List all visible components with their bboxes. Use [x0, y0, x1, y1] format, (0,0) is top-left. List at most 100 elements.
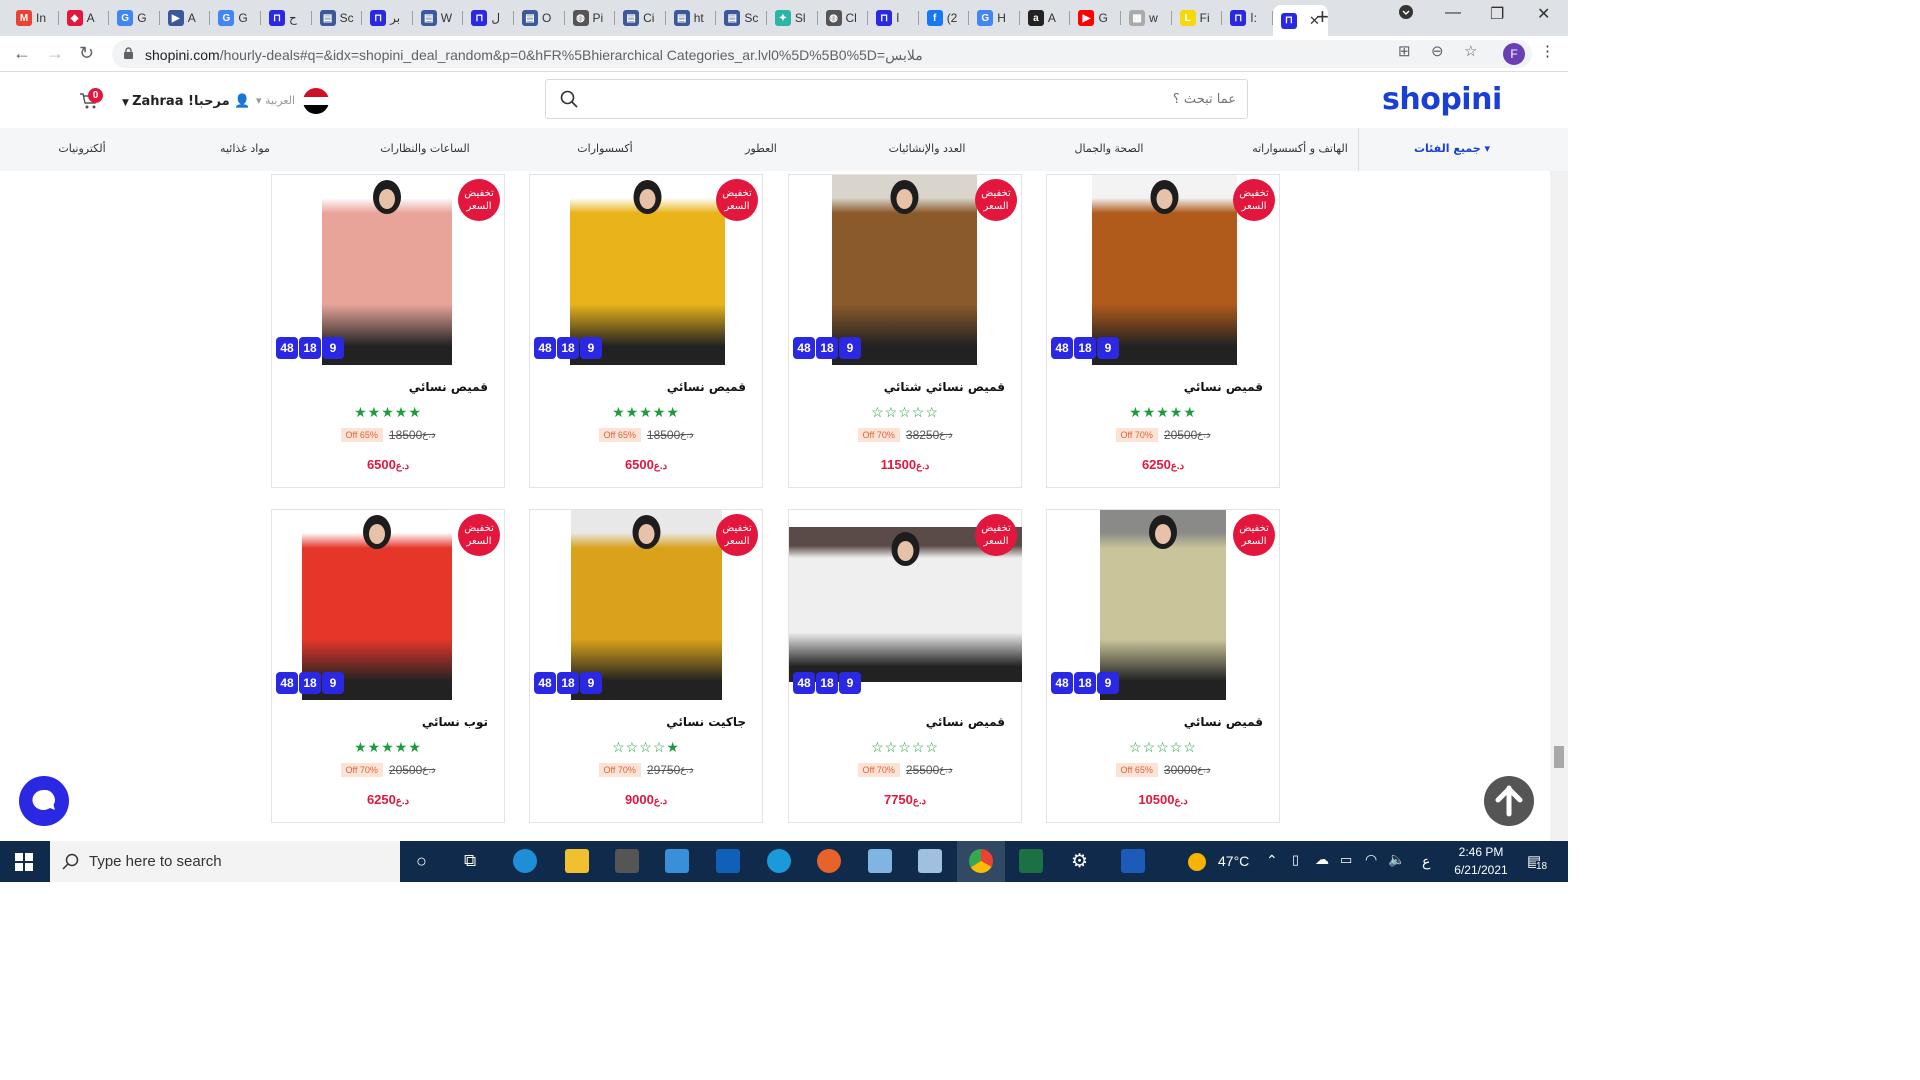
- file-explorer-icon[interactable]: [565, 849, 589, 873]
- product-name[interactable]: توب نسائي: [288, 715, 488, 729]
- product-card[interactable]: تخفيض السعر 48 18 9 قميص نسائي شتائي ☆☆☆☆☆ Off…: [788, 174, 1022, 488]
- browser-tab[interactable]: M In: [8, 5, 59, 31]
- category-link[interactable]: الساعات والنظارات: [380, 142, 469, 155]
- restore-icon[interactable]: ❐: [1490, 4, 1504, 24]
- browser-tab[interactable]: ✦ Sl: [767, 5, 818, 31]
- battery-icon[interactable]: ▭: [1340, 852, 1352, 868]
- firefox-icon[interactable]: [817, 849, 841, 873]
- browser-tab[interactable]: ◆ A: [59, 5, 110, 31]
- product-name[interactable]: قميص نسائي: [546, 380, 746, 394]
- browser-tab[interactable]: ▤ ht: [666, 5, 717, 31]
- task-view-icon[interactable]: ⧉: [464, 851, 476, 871]
- tab-search-icon[interactable]: [1398, 4, 1414, 25]
- iraq-flag-icon[interactable]: [303, 88, 329, 114]
- bookmark-star-icon[interactable]: ☆: [1464, 42, 1477, 60]
- product-name[interactable]: قميص نسائي: [1063, 380, 1263, 394]
- browser-tab[interactable]: ◍ Cl: [818, 5, 869, 31]
- category-link[interactable]: العدد والإنشائيات: [889, 142, 966, 155]
- chrome-icon[interactable]: [969, 849, 993, 873]
- browser-tab[interactable]: ▶ G: [1070, 5, 1121, 31]
- close-window-icon[interactable]: ✕: [1537, 4, 1550, 24]
- store-icon[interactable]: [615, 849, 639, 873]
- tray-chevron-icon[interactable]: ⌃: [1266, 852, 1278, 869]
- search-icon[interactable]: [560, 90, 578, 108]
- browser-tab[interactable]: ▤ Ci: [615, 5, 666, 31]
- excel-icon[interactable]: [1019, 849, 1043, 873]
- profile-avatar[interactable]: F: [1503, 43, 1525, 65]
- product-name[interactable]: قميص نسائي: [805, 715, 1005, 729]
- translate-icon[interactable]: ⊞: [1398, 42, 1411, 60]
- notepad-icon[interactable]: [868, 849, 892, 873]
- back-icon[interactable]: ←: [13, 43, 31, 64]
- product-name[interactable]: قميص نسائي شتائي: [805, 380, 1005, 394]
- browser-tab[interactable]: ⊓ ل: [463, 5, 514, 31]
- category-link[interactable]: مواد غذائيه: [220, 142, 270, 155]
- new-tab-button[interactable]: +: [1316, 6, 1329, 28]
- browser-tab[interactable]: ▤ Sc: [312, 5, 363, 31]
- browser-tab[interactable]: ▶ A: [160, 5, 211, 31]
- browser-tab[interactable]: ◍ Pi: [565, 5, 616, 31]
- outlook-icon[interactable]: [716, 849, 740, 873]
- mail-icon[interactable]: [665, 849, 689, 873]
- wifi-icon[interactable]: ◠: [1365, 851, 1377, 868]
- browser-tab[interactable]: ⊓ ا: [868, 5, 919, 31]
- paint-icon[interactable]: [918, 849, 942, 873]
- product-card[interactable]: تخفيض السعر 48 18 9 قميص نسائي ★★★★★ Off 65% 18…: [529, 174, 763, 488]
- shopini-logo[interactable]: shopini: [1382, 82, 1502, 117]
- browser-tab[interactable]: ▤ O: [514, 5, 565, 31]
- product-card[interactable]: تخفيض السعر 48 18 9 قميص نسائي ★★★★★ Off 65% 18…: [271, 174, 505, 488]
- browser-tab[interactable]: GG: [210, 5, 261, 31]
- product-card[interactable]: تخفيض السعر 48 18 9 قميص نسائي ★★★★★ Off 70% 20…: [1046, 174, 1280, 488]
- minimize-icon[interactable]: —: [1445, 4, 1461, 22]
- category-link[interactable]: ألكترونيات: [58, 142, 105, 155]
- category-link[interactable]: الصحة والجمال: [1075, 142, 1144, 155]
- clock-date[interactable]: 6/21/2021: [1448, 863, 1514, 877]
- category-link[interactable]: أكسسوارات: [577, 142, 632, 155]
- reload-icon[interactable]: ↻: [79, 43, 94, 64]
- product-name[interactable]: قميص نسائي: [1063, 715, 1263, 729]
- settings-gear-icon[interactable]: ⚙: [1071, 850, 1088, 873]
- category-link[interactable]: العطور: [745, 142, 777, 155]
- product-card[interactable]: تخفيض السعر 48 18 9 توب نسائي ★★★★★ Off 70% 205…: [271, 509, 505, 823]
- browser-tab[interactable]: ⊓ بر: [362, 5, 413, 31]
- zoom-icon[interactable]: ⊖: [1431, 42, 1444, 60]
- product-card[interactable]: تخفيض السعر 48 18 9 قميص نسائي ☆☆☆☆☆ Off 65% 30…: [1046, 509, 1280, 823]
- browser-tab[interactable]: ▤ W: [413, 5, 464, 31]
- language-selector[interactable]: ▾ العربية: [256, 94, 295, 107]
- search-input[interactable]: [582, 88, 1236, 110]
- browser-tab[interactable]: aA: [1020, 5, 1071, 31]
- cortana-icon[interactable]: ○: [416, 851, 427, 872]
- browser-tab[interactable]: L Fi: [1172, 5, 1223, 31]
- forward-icon[interactable]: →: [46, 43, 64, 64]
- browser-tab[interactable]: f (2: [919, 5, 970, 31]
- user-menu[interactable]: ▼ Zahraa !مرحبا 👤: [122, 94, 250, 109]
- browser-tab[interactable]: ▦ w: [1121, 5, 1172, 31]
- taskbar-search[interactable]: Type here to search: [50, 841, 400, 882]
- url-field[interactable]: shopini.com/hourly-deals#q=&idx=shopini_…: [112, 40, 1532, 68]
- word-icon[interactable]: [1121, 849, 1145, 873]
- browser-tab[interactable]: ▤ Sc: [716, 5, 767, 31]
- product-card[interactable]: تخفيض السعر 48 18 9 قميص نسائي ☆☆☆☆☆ Off 70% 25…: [788, 509, 1022, 823]
- device-icon[interactable]: ▯: [1292, 852, 1299, 868]
- skype-icon[interactable]: [767, 849, 791, 873]
- page-scrollbar[interactable]: [1550, 171, 1568, 841]
- browser-tab[interactable]: ⊓ ا:: [1222, 5, 1273, 31]
- cloud-icon[interactable]: ☁: [1315, 851, 1329, 868]
- volume-icon[interactable]: 🔈: [1388, 851, 1405, 868]
- scrollbar-thumb[interactable]: [1554, 746, 1564, 768]
- edge-icon[interactable]: [513, 849, 537, 873]
- weather-temp[interactable]: 47°C: [1218, 853, 1249, 869]
- category-link[interactable]: الهاتف و أكسسواراته: [1252, 142, 1348, 155]
- all-categories-button[interactable]: جميع الفئات ▾: [1358, 128, 1568, 171]
- product-card[interactable]: تخفيض السعر 48 18 9 جاكيت نسائي ☆☆☆☆★ Off 70% 2…: [529, 509, 763, 823]
- menu-dots-icon[interactable]: ⋮: [1540, 42, 1555, 60]
- chat-button[interactable]: [19, 776, 69, 826]
- browser-tab[interactable]: GG: [109, 5, 160, 31]
- scroll-to-top-button[interactable]: [1484, 776, 1534, 826]
- product-name[interactable]: قميص نسائي: [288, 380, 488, 394]
- input-language[interactable]: ع: [1422, 853, 1430, 870]
- clock-time[interactable]: 2:46 PM: [1452, 845, 1510, 859]
- product-name[interactable]: جاكيت نسائي: [546, 715, 746, 729]
- browser-tab[interactable]: ⊓ ح: [261, 5, 312, 31]
- browser-tab[interactable]: GH: [969, 5, 1020, 31]
